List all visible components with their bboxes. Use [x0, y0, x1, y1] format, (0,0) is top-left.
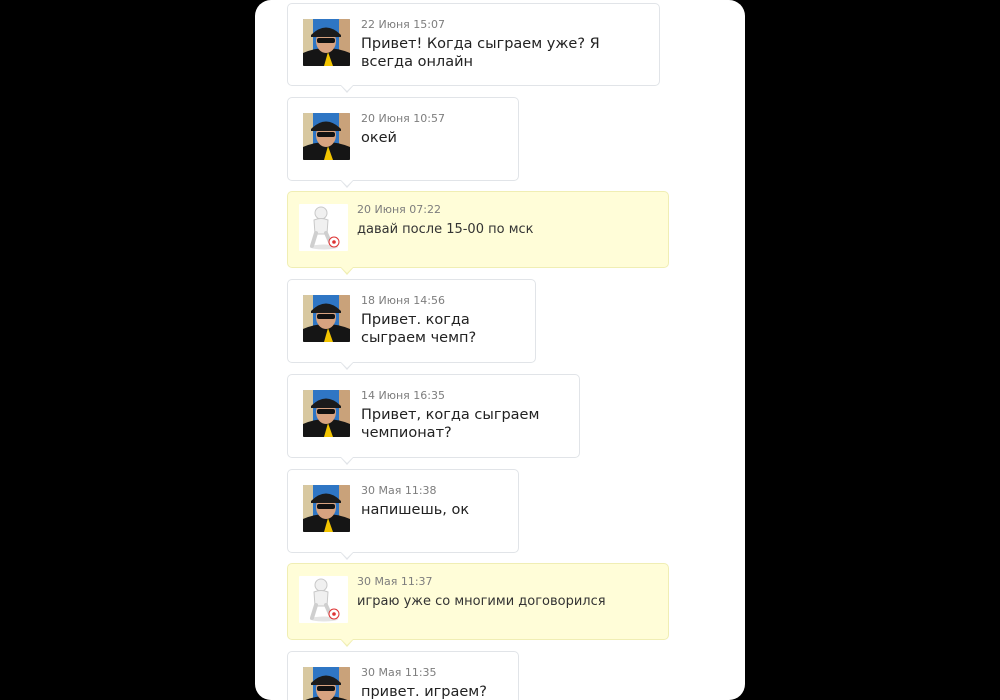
message-bubble: 30 Мая 11:37 играю уже со многими догово… [287, 563, 669, 647]
message-timestamp: 30 Мая 11:35 [361, 666, 437, 679]
user-avatar[interactable] [303, 113, 350, 160]
message-bubble: 18 Июня 14:56 Привет. когда сыграем чемп… [287, 279, 536, 370]
message-bubble: 30 Мая 11:35 привет. играем? [287, 651, 519, 700]
user-avatar[interactable] [303, 390, 350, 437]
user-avatar[interactable] [303, 19, 350, 66]
message-thread: 22 Июня 15:07 Привет! Когда сыграем уже?… [255, 0, 745, 700]
message-timestamp: 22 Июня 15:07 [361, 18, 445, 31]
user-avatar[interactable] [303, 667, 350, 700]
message-timestamp: 30 Мая 11:37 [357, 575, 433, 588]
message-timestamp: 14 Июня 16:35 [361, 389, 445, 402]
user-avatar[interactable] [303, 295, 350, 342]
message-text: окей [361, 130, 397, 146]
message-text: напишешь, ок [361, 502, 470, 518]
message-timestamp: 20 Июня 10:57 [361, 112, 445, 125]
message-timestamp: 18 Июня 14:56 [361, 294, 445, 307]
message-text: Привет! Когда сыграем уже? Я всегда онла… [361, 36, 600, 70]
user-avatar[interactable] [299, 576, 348, 623]
message-bubble: 20 Июня 07:22 давай после 15-00 по мск [287, 191, 669, 275]
message-bubble: 30 Мая 11:38 напишешь, ок [287, 469, 519, 560]
message-text: привет. играем? [361, 684, 487, 700]
message-text: давай после 15-00 по мск [357, 222, 534, 237]
message-text: Привет. когда сыграем чемп? [361, 312, 477, 346]
message-timestamp: 20 Июня 07:22 [357, 203, 441, 216]
message-text: Привет, когда сыграем чемпионат? [361, 407, 540, 441]
message-bubble: 20 Июня 10:57 окей [287, 97, 519, 188]
message-timestamp: 30 Мая 11:38 [361, 484, 437, 497]
user-avatar[interactable] [303, 485, 350, 532]
user-avatar[interactable] [299, 204, 348, 251]
message-bubble: 14 Июня 16:35 Привет, когда сыграем чемп… [287, 374, 580, 465]
message-text: играю уже со многими договорился [357, 594, 606, 609]
message-bubble: 22 Июня 15:07 Привет! Когда сыграем уже?… [287, 3, 660, 93]
